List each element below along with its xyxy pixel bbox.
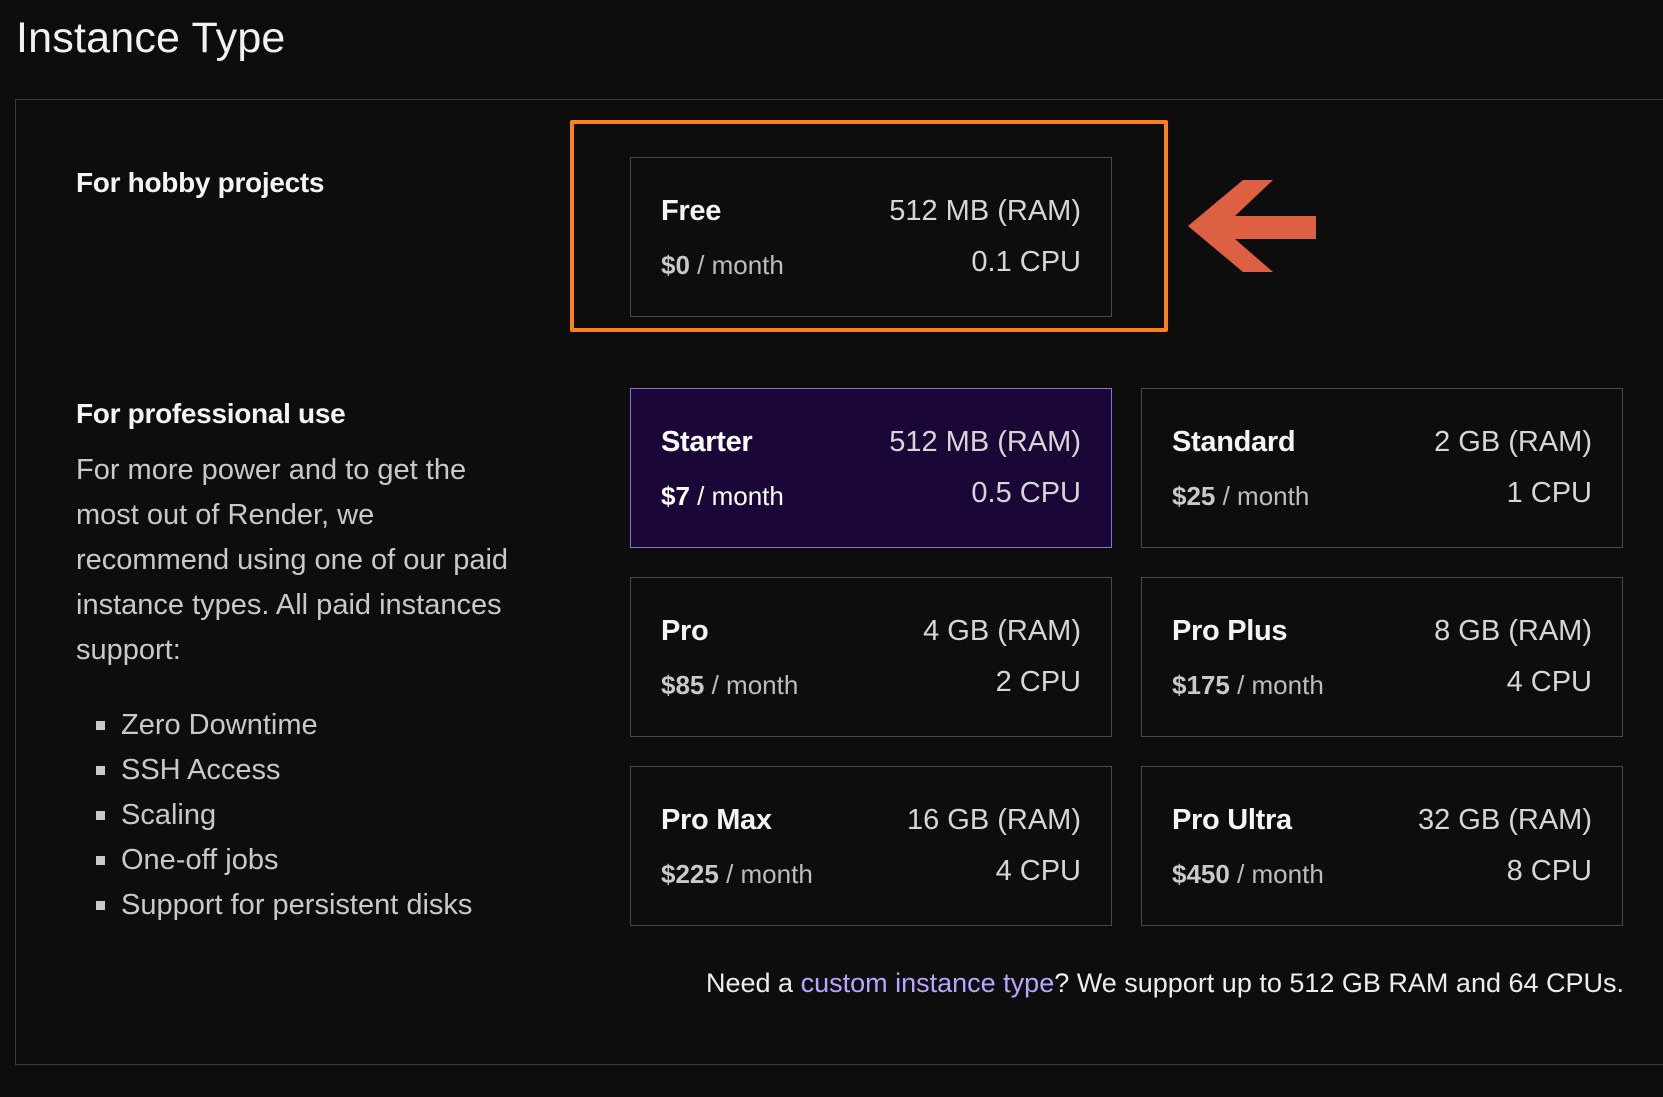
plan-period: / month bbox=[704, 670, 799, 700]
plan-ram: 4 GB (RAM) bbox=[923, 615, 1081, 647]
feature-label: SSH Access bbox=[121, 754, 281, 786]
feature-label: Scaling bbox=[121, 799, 217, 831]
custom-instance-link[interactable]: custom instance type bbox=[801, 968, 1055, 998]
plan-name: Starter bbox=[661, 426, 753, 458]
bullet-icon bbox=[96, 721, 105, 730]
plan-period: / month bbox=[1215, 481, 1310, 511]
feature-item: Support for persistent disks bbox=[96, 883, 472, 928]
plan-ram: 2 GB (RAM) bbox=[1434, 426, 1592, 458]
plan-ram: 16 GB (RAM) bbox=[906, 804, 1081, 836]
bullet-icon bbox=[96, 766, 105, 775]
feature-label: Support for persistent disks bbox=[121, 889, 473, 921]
feature-item: SSH Access bbox=[96, 748, 472, 793]
hobby-heading: For hobby projects bbox=[76, 167, 325, 198]
footer-suffix: ? We support up to 512 GB RAM and 64 CPU… bbox=[1054, 968, 1625, 998]
bullet-icon bbox=[96, 856, 105, 865]
plan-card-pro-max[interactable]: Pro Max 16 GB (RAM) $225 / month 4 CPU bbox=[630, 766, 1112, 926]
plan-price-line: $175 / month bbox=[1172, 670, 1324, 701]
plan-cpu: 4 CPU bbox=[995, 855, 1081, 887]
plan-price: $85 bbox=[661, 670, 705, 700]
plan-period: / month bbox=[718, 859, 813, 889]
highlight-box bbox=[570, 120, 1168, 332]
plan-name: Pro Ultra bbox=[1172, 804, 1292, 836]
page-title: Instance Type bbox=[16, 14, 286, 62]
plan-price: $175 bbox=[1172, 670, 1230, 700]
feature-label: Zero Downtime bbox=[121, 709, 318, 741]
plan-card-pro-plus[interactable]: Pro Plus 8 GB (RAM) $175 / month 4 CPU bbox=[1141, 577, 1623, 737]
professional-description: For more power and to get the most out o… bbox=[76, 454, 509, 666]
feature-item: Scaling bbox=[96, 793, 472, 838]
plan-price: $25 bbox=[1172, 481, 1216, 511]
plan-card-pro[interactable]: Pro 4 GB (RAM) $85 / month 2 CPU bbox=[630, 577, 1112, 737]
plan-period: / month bbox=[1229, 670, 1324, 700]
feature-label: One-off jobs bbox=[121, 844, 279, 876]
plan-name: Pro Plus bbox=[1172, 615, 1288, 647]
plan-card-standard[interactable]: Standard 2 GB (RAM) $25 / month 1 CPU bbox=[1141, 388, 1623, 548]
plan-price-line: $7 / month bbox=[661, 481, 784, 512]
feature-item: Zero Downtime bbox=[96, 703, 472, 748]
professional-heading: For professional use bbox=[76, 398, 346, 429]
plan-price: $450 bbox=[1172, 859, 1230, 889]
plan-ram: 512 MB (RAM) bbox=[889, 426, 1081, 458]
plan-card-pro-ultra[interactable]: Pro Ultra 32 GB (RAM) $450 / month 8 CPU bbox=[1141, 766, 1623, 926]
feature-item: One-off jobs bbox=[96, 838, 472, 883]
footer-prefix: Need a bbox=[706, 968, 801, 998]
plan-cpu: 1 CPU bbox=[1506, 477, 1592, 509]
plan-name: Pro Max bbox=[661, 804, 772, 836]
plan-name: Standard bbox=[1172, 426, 1296, 458]
plan-card-starter[interactable]: Starter 512 MB (RAM) $7 / month 0.5 CPU bbox=[630, 388, 1112, 548]
plan-price-line: $85 / month bbox=[661, 670, 798, 701]
plan-price-line: $450 / month bbox=[1172, 859, 1324, 890]
feature-list: Zero Downtime SSH Access Scaling One-off… bbox=[96, 703, 472, 928]
plan-price-line: $225 / month bbox=[661, 859, 813, 890]
plan-cpu: 2 CPU bbox=[995, 666, 1081, 698]
arrow-left-icon bbox=[1188, 180, 1316, 272]
plan-price: $7 bbox=[661, 481, 690, 511]
plan-cpu: 4 CPU bbox=[1506, 666, 1592, 698]
plan-cpu: 0.5 CPU bbox=[971, 477, 1081, 509]
plan-price-line: $25 / month bbox=[1172, 481, 1309, 512]
bullet-icon bbox=[96, 811, 105, 820]
bullet-icon bbox=[96, 901, 105, 910]
plan-ram: 32 GB (RAM) bbox=[1417, 804, 1592, 836]
plan-period: / month bbox=[1229, 859, 1324, 889]
plan-period: / month bbox=[689, 481, 784, 511]
plan-name: Pro bbox=[661, 615, 709, 647]
plan-cpu: 8 CPU bbox=[1506, 855, 1592, 887]
plan-price: $225 bbox=[661, 859, 719, 889]
custom-instance-note: Need a custom instance type? We support … bbox=[706, 968, 1624, 999]
plan-ram: 8 GB (RAM) bbox=[1434, 615, 1592, 647]
